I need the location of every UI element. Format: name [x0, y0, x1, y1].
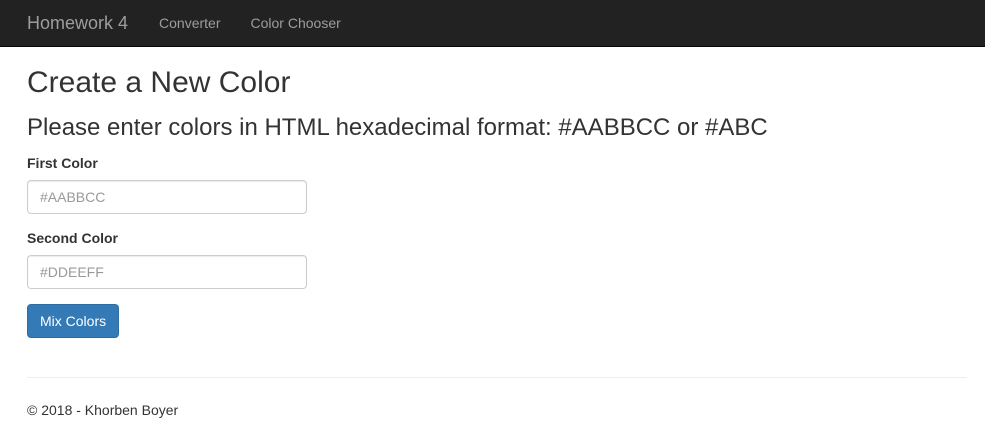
- main-content: Create a New Color Please enter colors i…: [0, 66, 985, 420]
- top-navbar: Homework 4 Converter Color Chooser: [0, 0, 985, 47]
- page-title: Create a New Color: [27, 66, 291, 99]
- footer: © 2018 - Khorben Boyer: [27, 400, 967, 420]
- second-color-label: Second Color: [27, 230, 119, 246]
- footer-copyright: © 2018 - Khorben Boyer: [27, 402, 179, 418]
- mix-colors-button[interactable]: Mix Colors: [27, 304, 120, 338]
- first-color-label: First Color: [27, 155, 98, 171]
- second-color-group: Second Color: [27, 230, 967, 289]
- first-color-group: First Color: [27, 155, 967, 214]
- footer-divider: [27, 377, 967, 378]
- color-form: First Color Second Color Mix Colors: [27, 155, 967, 338]
- nav-link-color-chooser[interactable]: Color Chooser: [251, 13, 341, 33]
- page-subtitle: Please enter colors in HTML hexadecimal …: [27, 114, 768, 141]
- nav-link-converter[interactable]: Converter: [159, 13, 220, 33]
- first-color-input[interactable]: [27, 180, 307, 214]
- navbar-brand[interactable]: Homework 4: [27, 13, 128, 33]
- second-color-input[interactable]: [27, 255, 307, 289]
